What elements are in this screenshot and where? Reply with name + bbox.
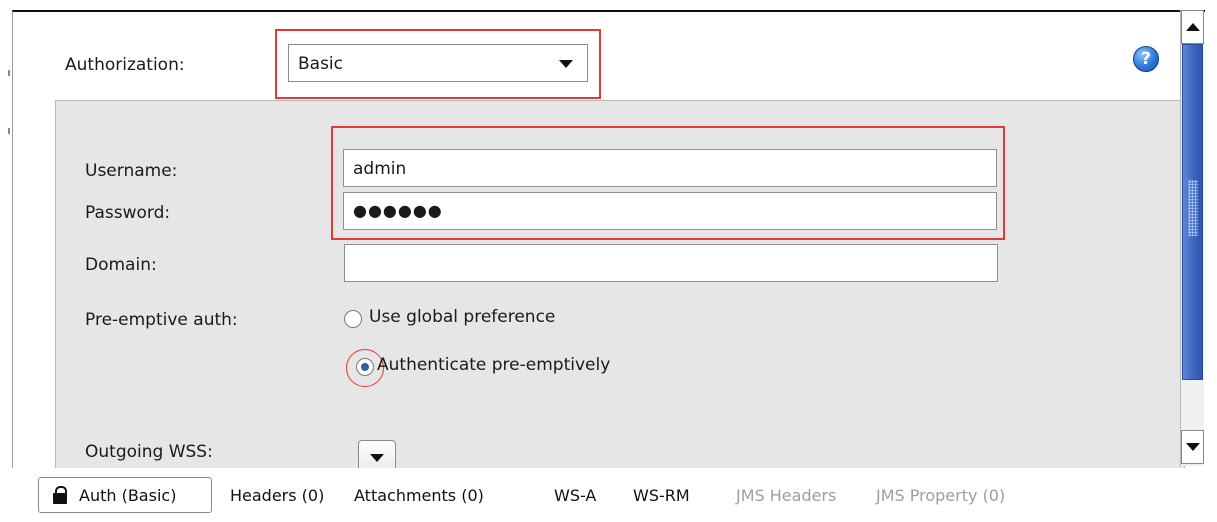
preemptive-auth-label: Pre-emptive auth:: [85, 310, 238, 330]
tab-ws-rm[interactable]: WS-RM: [633, 486, 690, 505]
arrow-up-icon: [1186, 23, 1200, 31]
authorization-label: Authorization:: [65, 55, 185, 75]
edge-tick: [8, 70, 10, 76]
request-tab-bar: Auth (Basic) Headers (0) Attachments (0)…: [0, 470, 1217, 522]
domain-label: Domain:: [85, 255, 157, 275]
arrow-down-icon: [1186, 443, 1200, 451]
username-label: Username:: [85, 161, 178, 181]
grip-icon: [1188, 180, 1198, 236]
scroll-down-button[interactable]: [1181, 430, 1204, 464]
tab-auth[interactable]: Auth (Basic): [38, 477, 212, 513]
tab-jms-headers: JMS Headers: [736, 486, 837, 505]
chevron-down-icon: [370, 454, 384, 462]
tab-jms-property: JMS Property (0): [876, 486, 1006, 505]
edge-tick: [8, 128, 10, 134]
tab-attachments[interactable]: Attachments (0): [354, 486, 484, 505]
auth-settings-pane: Authorization: Basic ? Username: admin P…: [12, 10, 1205, 468]
help-icon[interactable]: ?: [1133, 46, 1159, 72]
radio-label-authenticate-preemptively[interactable]: Authenticate pre-emptively: [377, 355, 610, 375]
tab-ws-a[interactable]: WS-A: [554, 486, 596, 505]
outgoing-wss-label: Outgoing WSS:: [85, 442, 213, 462]
radio-use-global-preference[interactable]: [344, 310, 362, 328]
scroll-thumb[interactable]: [1182, 44, 1203, 380]
vertical-scrollbar[interactable]: [1180, 10, 1204, 466]
authorization-highlight: [275, 29, 601, 99]
lock-icon: [53, 486, 67, 504]
scroll-up-button[interactable]: [1181, 10, 1204, 44]
radio-label-use-global-preference[interactable]: Use global preference: [369, 307, 555, 327]
credentials-highlight: [331, 126, 1005, 240]
tab-auth-label: Auth (Basic): [79, 486, 177, 505]
domain-field[interactable]: [344, 244, 998, 282]
tab-headers[interactable]: Headers (0): [230, 486, 324, 505]
outgoing-wss-dropdown[interactable]: [358, 440, 396, 468]
password-label: Password:: [85, 203, 171, 223]
